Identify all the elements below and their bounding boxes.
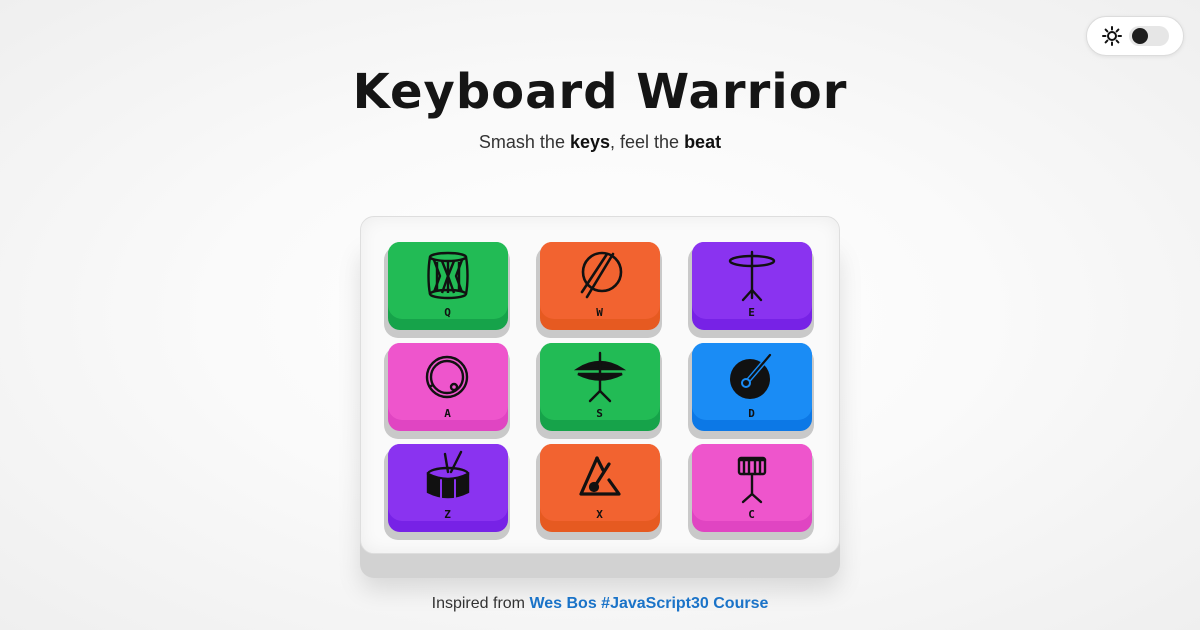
triangle-icon <box>579 456 621 496</box>
footer-prefix: Inspired from <box>431 595 530 612</box>
pad-body: A <box>388 343 508 431</box>
subtitle-keys: keys <box>569 132 610 152</box>
sun-icon <box>1101 25 1123 47</box>
theme-switch[interactable] <box>1129 26 1169 46</box>
theme-switch-knob <box>1132 28 1148 44</box>
pad-body: D <box>692 343 812 431</box>
pad-face: E <box>692 242 812 319</box>
pad-face: C <box>692 444 812 521</box>
cymbal-stand-icon <box>728 250 776 302</box>
pad-key-label: D <box>748 407 756 420</box>
theme-toggle[interactable] <box>1086 16 1184 56</box>
footer-credit: Inspired from Wes Bos #JavaScript30 Cour… <box>0 595 1200 613</box>
pad-key-label: C <box>748 508 756 521</box>
pad-s[interactable]: S <box>536 343 662 439</box>
pad-body: X <box>540 444 660 532</box>
pad-face: D <box>692 343 812 420</box>
footer-course-link[interactable]: Wes Bos #JavaScript30 Course <box>529 595 768 612</box>
pad-face: Q <box>388 242 508 319</box>
subtitle-text: Smash the <box>478 132 570 152</box>
pad-key-label: E <box>748 306 756 319</box>
pad-body: Z <box>388 444 508 532</box>
pad-key-label: Z <box>444 508 452 521</box>
pad-face: A <box>388 343 508 420</box>
tom-drum-icon <box>730 352 773 399</box>
pad-face: S <box>540 343 660 420</box>
page-subtitle: Smash the keys, feel the beat <box>0 132 1200 153</box>
pad-body: Q <box>388 242 508 330</box>
pad-key-label: A <box>444 407 452 420</box>
pad-face: Z <box>388 444 508 521</box>
pad-w[interactable]: W <box>536 242 662 338</box>
pad-x[interactable]: X <box>536 444 662 540</box>
subtitle-text-2: , feel the <box>610 132 685 152</box>
snare-drum-icon <box>426 450 470 499</box>
pad-c[interactable]: C <box>688 444 814 540</box>
pad-key-label: X <box>596 508 604 521</box>
snare-stand-icon <box>737 456 767 504</box>
drum-sticks-icon <box>580 251 623 299</box>
pad-q[interactable]: Q <box>384 242 510 338</box>
pad-key-label: Q <box>444 306 452 319</box>
page: Keyboard Warrior Smash the keys, feel th… <box>0 0 1200 630</box>
pad-a[interactable]: A <box>384 343 510 439</box>
pad-face: W <box>540 242 660 319</box>
pad-e[interactable]: E <box>688 242 814 338</box>
dhol-drum-icon <box>427 251 469 300</box>
pad-key-label: W <box>596 306 604 319</box>
page-title: Keyboard Warrior <box>352 64 848 120</box>
pad-key-label: S <box>596 407 604 420</box>
pad-body: E <box>692 242 812 330</box>
bass-drum-icon <box>425 355 469 399</box>
pad-body: C <box>692 444 812 532</box>
pad-body: W <box>540 242 660 330</box>
pad-d[interactable]: D <box>688 343 814 439</box>
subtitle-beat: beat <box>684 132 722 152</box>
pad-z[interactable]: Z <box>384 444 510 540</box>
pad-face: X <box>540 444 660 521</box>
hihat-icon <box>573 351 627 403</box>
pad-body: S <box>540 343 660 431</box>
